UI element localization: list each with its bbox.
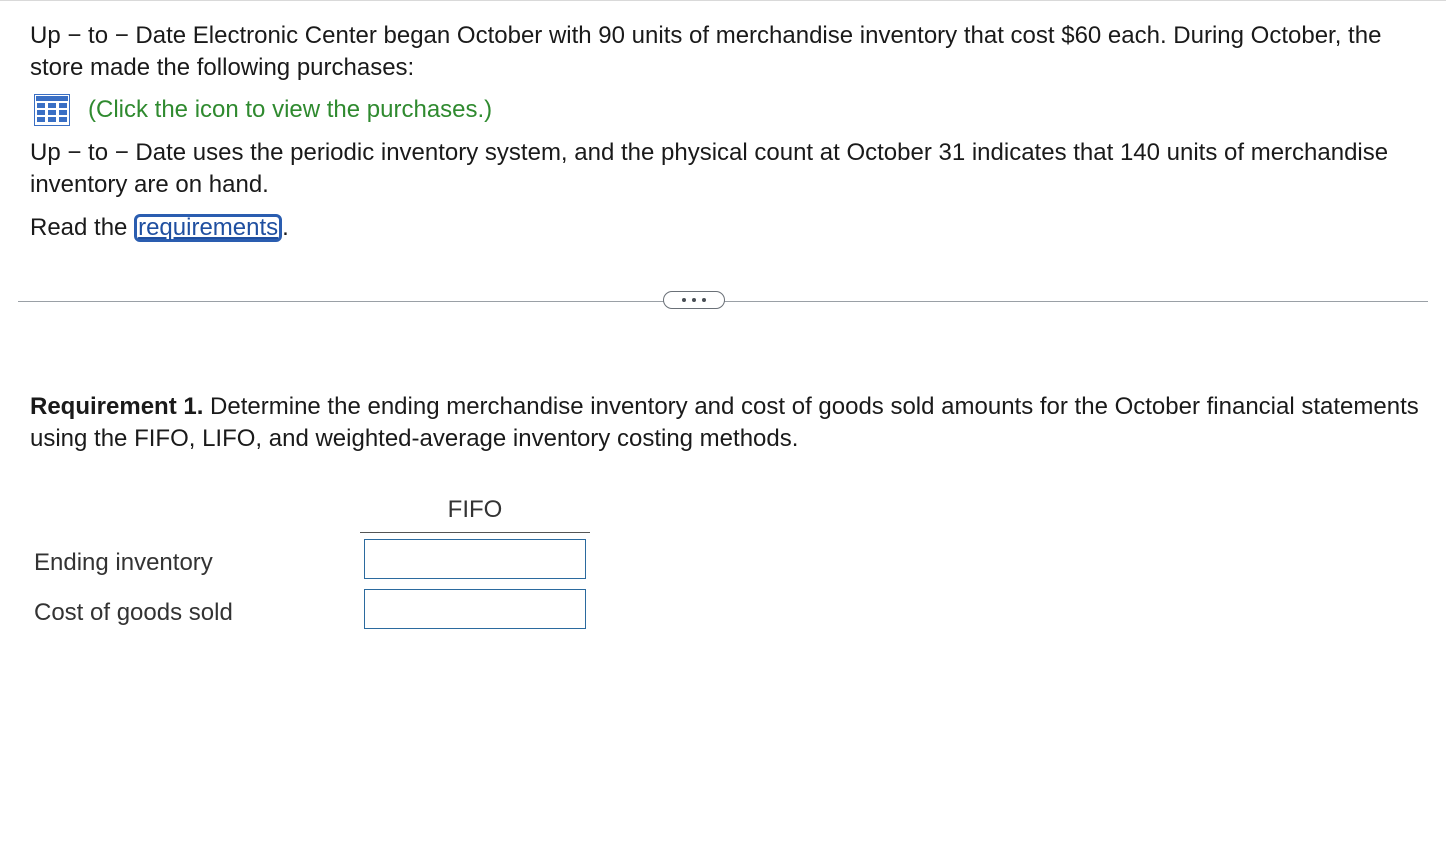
inventory-system-text: Up − to − Date uses the periodic invento… xyxy=(30,139,1389,198)
read-suffix: . xyxy=(282,214,289,241)
requirement-1-text: Requirement 1. Determine the ending merc… xyxy=(30,391,1420,455)
ending-inventory-fifo-input[interactable] xyxy=(364,539,586,579)
requirements-link[interactable]: requirements xyxy=(134,214,283,242)
top-divider xyxy=(0,0,1446,1)
fifo-column-header: FIFO xyxy=(447,496,503,523)
ellipsis-icon[interactable] xyxy=(663,291,725,309)
cost-of-goods-sold-fifo-input[interactable] xyxy=(364,589,586,629)
ending-inventory-label: Ending inventory xyxy=(34,549,213,576)
requirement-1-body: Determine the ending merchandise invento… xyxy=(30,393,1419,452)
read-requirements-line: Read the requirements. xyxy=(30,212,289,244)
purchases-link[interactable]: (Click the icon to view the purchases.) xyxy=(88,96,492,124)
column-header-rule xyxy=(360,532,590,533)
purchases-link-row[interactable]: (Click the icon to view the purchases.) xyxy=(34,94,492,126)
requirement-1-label: Requirement 1. xyxy=(30,393,204,420)
read-prefix: Read the xyxy=(30,214,135,241)
problem-intro: Up − to − Date Electronic Center began O… xyxy=(30,22,1382,81)
cost-of-goods-sold-label: Cost of goods sold xyxy=(34,599,233,626)
problem-statement: Up − to − Date Electronic Center began O… xyxy=(30,20,1420,84)
table-grid-icon[interactable] xyxy=(34,94,70,126)
